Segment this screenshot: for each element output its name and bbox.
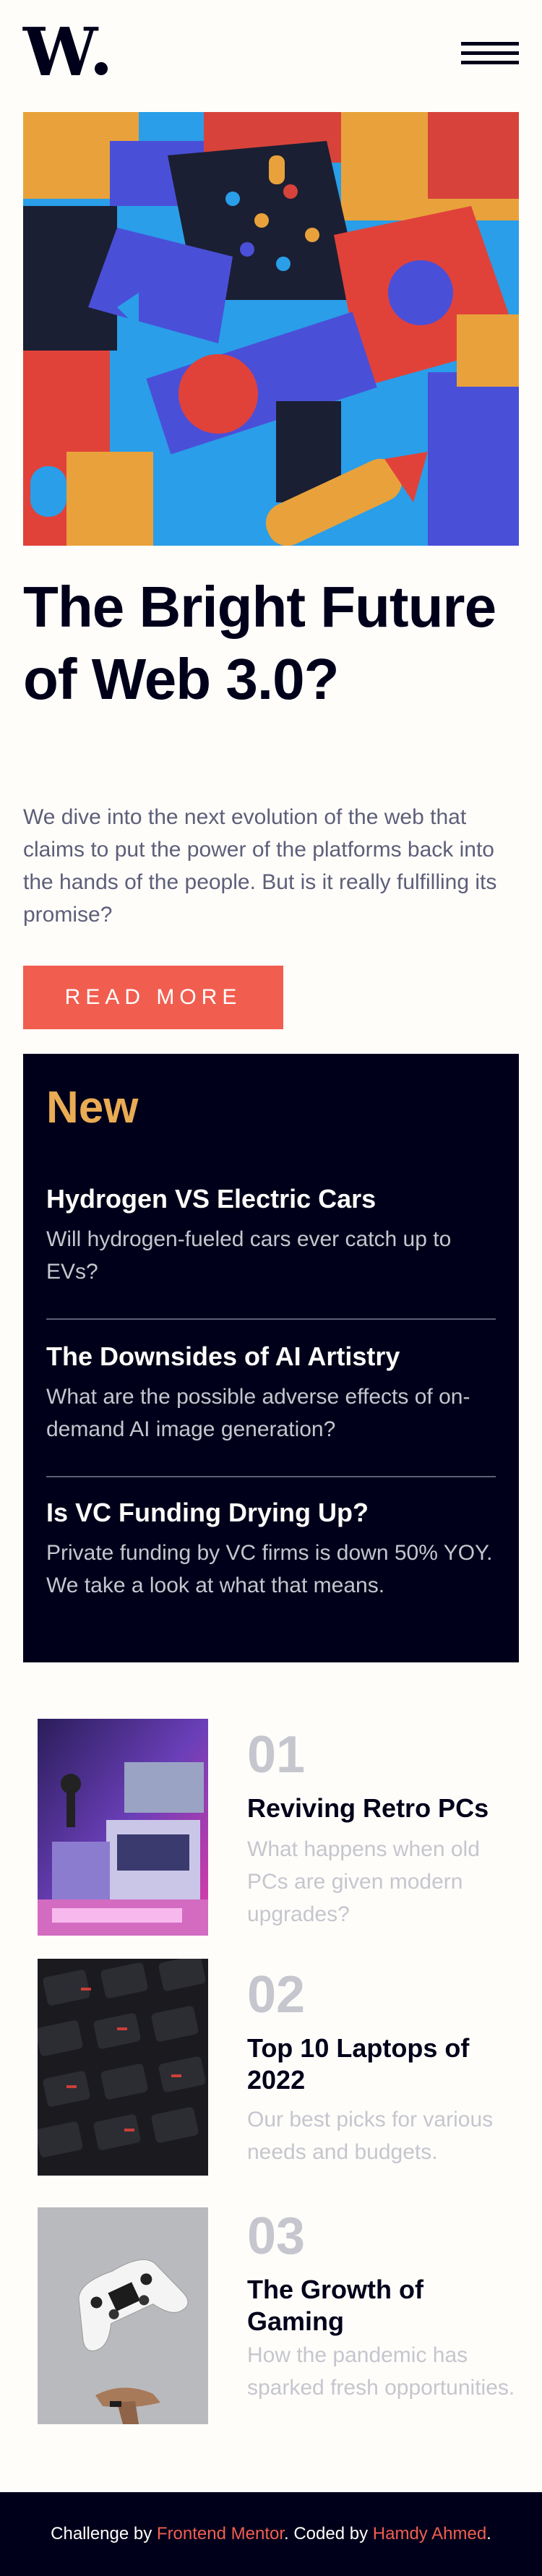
new-item-title[interactable]: Hydrogen VS Electric Cars: [46, 1182, 496, 1216]
site-header: W: [23, 19, 519, 85]
menu-line: [461, 42, 519, 46]
article-title[interactable]: Top 10 Laptops of 2022: [247, 2032, 519, 2096]
top-article-item: 03 The Growth of Gaming How the pandemic…: [38, 2207, 519, 2424]
frontend-mentor-link[interactable]: Frontend Mentor: [157, 2524, 284, 2543]
read-more-button[interactable]: READ MORE: [23, 966, 283, 1029]
menu-line: [461, 51, 519, 55]
logo-text: W: [23, 13, 98, 91]
new-item: The Downsides of AI Artistry What are th…: [46, 1340, 496, 1446]
logo-dot: [95, 62, 108, 75]
article-desc: Our best picks for various needs and bud…: [247, 2108, 494, 2164]
hero-intro: We dive into the next evolution of the w…: [23, 805, 497, 927]
top-article-item: 02 Top 10 Laptops of 2022 Our best picks…: [38, 1959, 519, 2176]
footer-prefix: Challenge by: [51, 2524, 157, 2543]
page-title: The Bright Future of Web 3.0?: [23, 575, 496, 711]
footer-middle: . Coded by: [284, 2524, 373, 2543]
article-desc: What happens when old PCs are given mode…: [247, 1837, 480, 1926]
menu-line: [461, 61, 519, 64]
new-item: Is VC Funding Drying Up? Private funding…: [46, 1496, 496, 1602]
new-item-title[interactable]: The Downsides of AI Artistry: [46, 1340, 496, 1373]
article-title[interactable]: Reviving Retro PCs: [247, 1793, 519, 1824]
new-item-title[interactable]: Is VC Funding Drying Up?: [46, 1496, 496, 1529]
new-panel-title: New: [46, 1083, 139, 1133]
article-number: 01: [247, 1726, 306, 1784]
abstract-3d-blocks-icon: [23, 112, 519, 546]
article-number: 03: [247, 2207, 306, 2265]
logo[interactable]: W: [23, 19, 108, 85]
new-item-desc: What are the possible adverse effects of…: [46, 1385, 470, 1441]
game-controller-photo-icon[interactable]: [38, 2207, 208, 2424]
laptop-keyboard-photo-icon[interactable]: [38, 1959, 208, 2176]
new-articles-panel: New Hydrogen VS Electric Cars Will hydro…: [23, 1054, 519, 1662]
author-link[interactable]: Hamdy Ahmed: [373, 2524, 486, 2543]
divider: [46, 1476, 496, 1477]
new-item-desc: Will hydrogen-fueled cars ever catch up …: [46, 1227, 452, 1284]
article-desc: How the pandemic has sparked fresh oppor…: [247, 2343, 515, 2400]
retro-pc-photo-icon[interactable]: [38, 1719, 208, 1936]
top-article-item: 01 Reviving Retro PCs What happens when …: [38, 1719, 519, 1936]
hamburger-menu-icon[interactable]: [461, 42, 519, 65]
site-footer: Challenge by Frontend Mentor. Coded by H…: [0, 2492, 542, 2576]
article-title[interactable]: The Growth of Gaming: [247, 2274, 519, 2337]
footer-suffix: .: [486, 2524, 491, 2543]
new-item-desc: Private funding by VC firms is down 50% …: [46, 1541, 493, 1597]
article-number: 02: [247, 1966, 306, 2024]
divider: [46, 1318, 496, 1320]
new-item: Hydrogen VS Electric Cars Will hydrogen-…: [46, 1182, 496, 1288]
hero-image: [23, 112, 519, 546]
